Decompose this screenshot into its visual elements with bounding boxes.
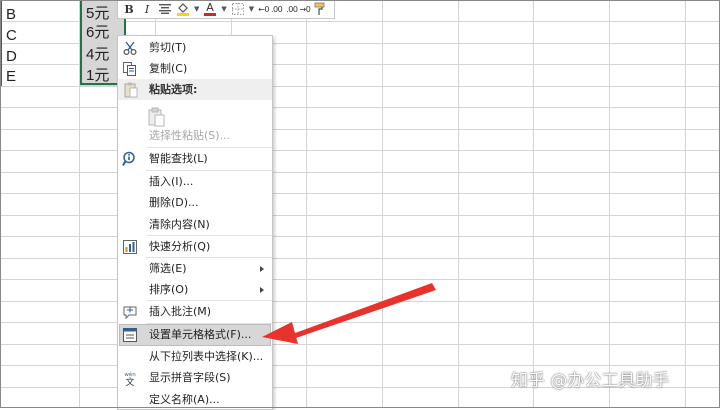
menu-item-copy[interactable]: 复制(C) [118,58,272,80]
menu-item-label: 插入(I)... [149,175,194,188]
menu-item-label: 定义名称(A)... [149,393,220,406]
menu-item-paste-special[interactable]: 选择性粘贴(S)... [118,125,272,147]
fill-color-icon[interactable] [176,1,190,17]
grid-line [458,0,459,408]
grid-line [685,0,686,408]
paste-options-label: 粘贴选项: [149,83,198,96]
paste-options-header: 粘贴选项: [118,79,272,100]
submenu-arrow-icon [260,287,264,293]
submenu-arrow-icon [260,266,264,272]
grid-line [382,0,383,408]
mini-toolbar: B I ▼ A ▼ ▼ ←0 .00 .00 →0 [117,0,335,19]
menu-item-sort[interactable]: 排序(O) [118,279,272,301]
grid-line [0,236,720,237]
menu-item-label: 显示拼音字段(S) [149,371,231,384]
grid-line [0,172,720,173]
grid-line [0,215,720,216]
menu-item-label: 智能查找(L) [149,152,208,165]
grid-line [0,322,720,323]
quick-analysis-icon [122,239,138,255]
menu-item-pick-from-list[interactable]: 从下拉列表中选择(K)... [118,346,272,368]
svg-text:wén: wén [124,371,136,378]
menu-item-smart-lookup[interactable]: 智能查找(L) [118,148,272,170]
grid-line [0,344,720,345]
menu-item-quick-analysis[interactable]: 快速分析(Q) [118,236,272,258]
italic-button[interactable]: I [140,1,154,17]
menu-item-clear-contents[interactable]: 清除内容(N) [118,214,272,236]
grid-line [0,86,720,87]
grid-line [609,0,610,408]
menu-item-label: 复制(C) [149,62,188,75]
menu-item-define-name[interactable]: 定义名称(A)... [118,389,272,409]
grid-line [0,301,720,302]
grid-line [0,129,720,130]
svg-text:文: 文 [125,376,134,386]
grid-line [533,0,534,408]
chevron-down-icon[interactable]: ▼ [221,5,226,13]
cell-a[interactable]: D [0,46,79,67]
chevron-down-icon[interactable]: ▼ [194,5,199,13]
align-center-icon[interactable] [158,1,172,17]
menu-item-label: 剪切(T) [149,41,187,54]
menu-item-insert[interactable]: 插入(I)... [118,171,272,193]
menu-item-filter[interactable]: 筛选(E) [118,258,272,280]
borders-icon[interactable] [231,1,245,17]
bold-button[interactable]: B [122,1,136,17]
menu-item-insert-comment[interactable]: 插入批注(M) [118,301,272,323]
menu-item-label: 选择性粘贴(S)... [149,129,231,142]
paste-default-icon [148,107,166,127]
menu-item-label: 设置单元格格式(F)... [149,328,252,341]
cell-a[interactable]: B [0,4,79,25]
menu-item-delete[interactable]: 删除(D)... [118,192,272,214]
spreadsheet-grid[interactable]: B C D E 5元 6元 4元 1元 [0,0,720,408]
menu-item-label: 快速分析(Q) [149,240,211,253]
paste-icon [124,82,138,98]
cell-a[interactable]: C [0,25,79,46]
menu-item-cut[interactable]: 剪切(T) [118,37,272,59]
svg-text:A: A [207,2,215,14]
menu-item-label: 筛选(E) [149,262,187,275]
cell-a[interactable]: E [0,66,79,87]
menu-item-label: 清除内容(N) [149,218,210,231]
watermark: 知乎 @办公工具助手 [511,371,670,391]
selection-left-edge [0,0,2,86]
menu-item-format-cells[interactable]: 设置单元格格式(F)... [118,324,272,346]
format-painter-icon[interactable] [314,1,328,17]
grid-line [0,107,720,108]
decrease-decimal-icon[interactable]: .00 →0 [286,1,311,17]
smart-lookup-icon [122,151,138,167]
context-menu: 粘贴选项: 剪切(T) 复制(C) 选择性粘贴(S)... 智能查找(L) 插入… [117,35,273,410]
increase-decimal-icon[interactable]: ←0 .00 [258,1,283,17]
menu-item-label: 删除(D)... [149,196,199,209]
grid-line [0,150,720,151]
grid-line [0,279,720,280]
font-color-icon[interactable]: A [203,1,217,17]
menu-item-label: 排序(O) [149,283,189,296]
grid-line [0,258,720,259]
phonetic-icon: wén 文 [122,370,138,388]
menu-item-label: 插入批注(M) [149,305,212,318]
chevron-down-icon[interactable]: ▼ [249,5,254,13]
grid-line [306,0,307,408]
menu-item-label: 从下拉列表中选择(K)... [149,350,264,363]
comment-icon [122,304,138,320]
menu-item-show-phonetic[interactable]: wén 文 显示拼音字段(S) [118,367,272,389]
scissors-icon [122,40,138,56]
grid-line [0,193,720,194]
copy-icon [122,61,138,77]
format-cells-icon [122,327,138,343]
